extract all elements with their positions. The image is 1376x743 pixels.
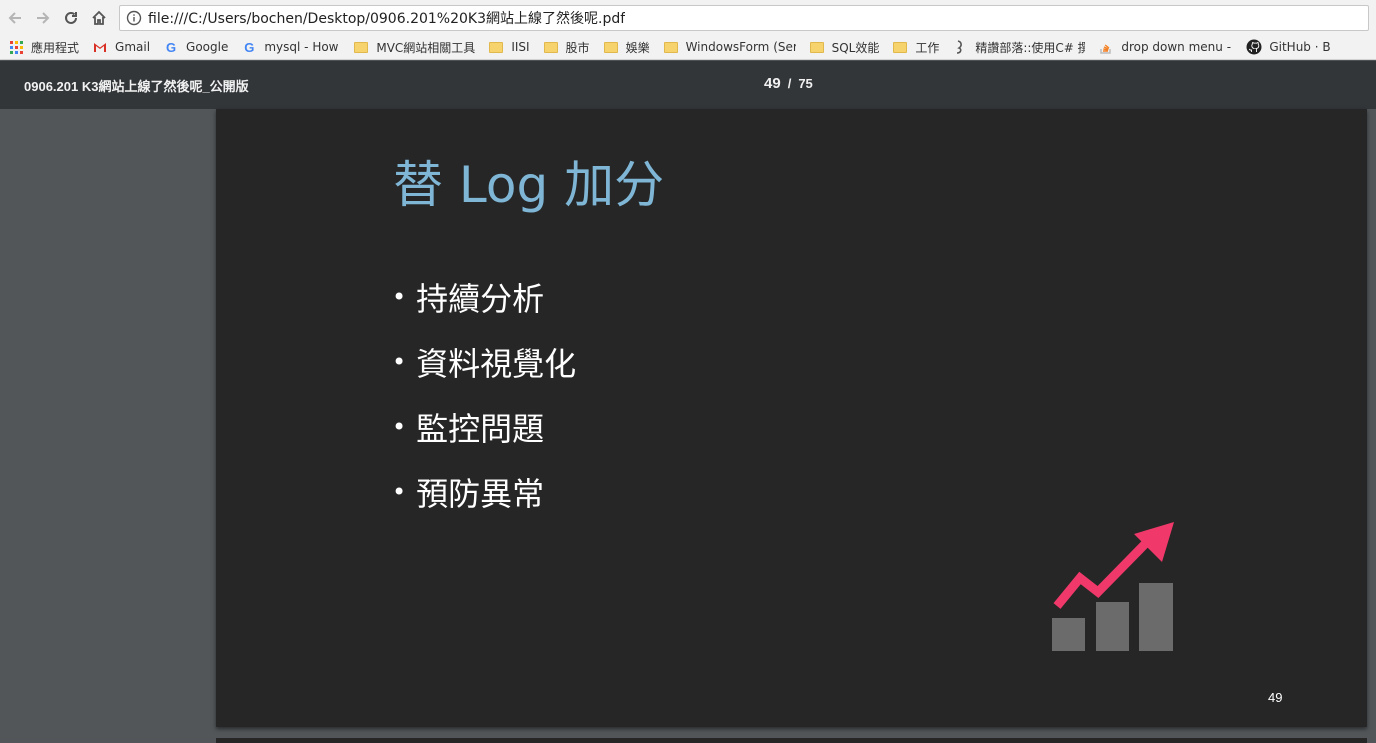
bookmark-mysql[interactable]: G mysql - How can I m: [233, 36, 345, 58]
bookmark-label: Google: [186, 40, 229, 54]
url-text[interactable]: file:///C:/Users/bochen/Desktop/0906.201…: [148, 8, 625, 28]
bookmark-folder-entertainment[interactable]: 娛樂: [595, 36, 655, 58]
folder-icon: [353, 39, 369, 55]
folder-icon: [809, 39, 825, 55]
arrow-left-icon: [8, 11, 21, 24]
bookmark-label: GitHub · B: [1269, 40, 1331, 54]
bookmark-folder-mvc[interactable]: MVC網站相關工具: [345, 36, 480, 58]
github-icon: [1246, 39, 1262, 55]
bar-large: [1139, 583, 1173, 651]
bookmark-folder-iisi[interactable]: IISI: [480, 36, 534, 58]
arrow-right-icon: [37, 11, 50, 24]
stackoverflow-icon: [1098, 39, 1114, 55]
document-title: 0906.201 K3網站上線了然後呢_公開版: [24, 79, 249, 94]
folder-icon: [603, 39, 619, 55]
bookmark-label: 應用程式: [31, 40, 80, 55]
gmail-icon: [92, 39, 108, 55]
bookmark-label: drop down menu - (: [1121, 40, 1234, 54]
bookmark-folder-sql[interactable]: SQL效能: [801, 36, 885, 58]
bookmark-label: Gmail: [115, 40, 151, 54]
folder-icon: [663, 39, 679, 55]
bookmark-label: WindowsForm (Serv: [685, 40, 796, 54]
home-icon: [92, 10, 106, 25]
bookmark-label: SQL效能: [831, 40, 880, 55]
page-separator: /: [787, 76, 792, 91]
bullet-text: 預防異常: [416, 474, 545, 513]
bullet-text: 監控問題: [416, 409, 545, 448]
bullet-item: • 資料視覺化: [392, 329, 576, 394]
bookmarks-bar: 應用程式 Gmail G Google G mysql - How can I …: [0, 35, 1376, 60]
bullet-text: 持續分析: [416, 279, 545, 318]
bullet-item: • 預防異常: [392, 459, 576, 524]
bookmark-label: 股市: [565, 40, 590, 55]
bar-small: [1052, 618, 1085, 651]
bookmark-blog[interactable]: 精讚部落::使用C# 撰: [944, 36, 1090, 58]
growth-chart-icon: [1052, 522, 1174, 651]
google-icon: G: [244, 39, 255, 55]
trend-arrow: [1053, 539, 1150, 609]
browser-toolbar: file:///C:/Users/bochen/Desktop/0906.201…: [0, 0, 1376, 35]
forward-button[interactable]: [30, 5, 56, 31]
bookmark-google[interactable]: G Google: [155, 36, 233, 58]
google-icon: G: [165, 39, 177, 55]
blog-icon: [952, 39, 968, 55]
total-pages: 75: [798, 76, 813, 91]
page-indicator: 49 / 75: [764, 75, 813, 92]
bookmark-label: mysql - How can I m: [264, 40, 340, 54]
address-bar[interactable]: file:///C:/Users/bochen/Desktop/0906.201…: [119, 5, 1369, 31]
bookmark-label: 精讚部落::使用C# 撰: [975, 40, 1086, 55]
bookmark-stackoverflow[interactable]: drop down menu - (: [1090, 36, 1238, 58]
slide-title: 替 Log 加分: [393, 156, 665, 214]
bookmark-folder-work[interactable]: 工作: [884, 36, 944, 58]
folder-icon: [892, 39, 908, 55]
bookmark-folder-stocks[interactable]: 股市: [535, 36, 595, 58]
home-button[interactable]: [86, 5, 112, 31]
arrow-head: [1134, 522, 1174, 562]
bullet-item: • 持續分析: [392, 264, 576, 329]
info-icon[interactable]: [126, 10, 142, 26]
bookmark-apps[interactable]: 應用程式: [0, 36, 84, 58]
next-pdf-page: [216, 738, 1367, 743]
bookmark-label: 工作: [915, 40, 940, 55]
bookmark-label: 娛樂: [625, 40, 650, 55]
pdf-viewer-header: 0906.201 K3網站上線了然後呢_公開版 49 / 75: [0, 61, 1376, 109]
bullet-text: 資料視覺化: [416, 344, 577, 383]
back-button[interactable]: [2, 5, 28, 31]
reload-icon: [65, 11, 77, 24]
bookmark-folder-windowsform[interactable]: WindowsForm (Serv: [655, 36, 801, 58]
slide-page-number: 49: [1268, 690, 1283, 705]
bullet-list: • 持續分析 • 資料視覺化 • 監控問題 • 預防異常: [392, 264, 576, 524]
bookmark-github[interactable]: GitHub · B: [1238, 36, 1335, 58]
current-page-input[interactable]: 49: [764, 75, 781, 92]
folder-icon: [488, 39, 504, 55]
reload-button[interactable]: [58, 5, 84, 31]
pdf-page: 替 Log 加分 • 持續分析 • 資料視覺化 • 監控問題 • 預防異常 49: [216, 109, 1367, 727]
apps-grid-icon: [8, 39, 24, 55]
bullet-item: • 監控問題: [392, 394, 576, 459]
folder-icon: [543, 39, 559, 55]
bookmark-label: IISI: [511, 40, 530, 54]
bar-medium: [1096, 602, 1129, 651]
bookmark-gmail[interactable]: Gmail: [84, 36, 155, 58]
bookmark-label: MVC網站相關工具: [376, 40, 476, 55]
